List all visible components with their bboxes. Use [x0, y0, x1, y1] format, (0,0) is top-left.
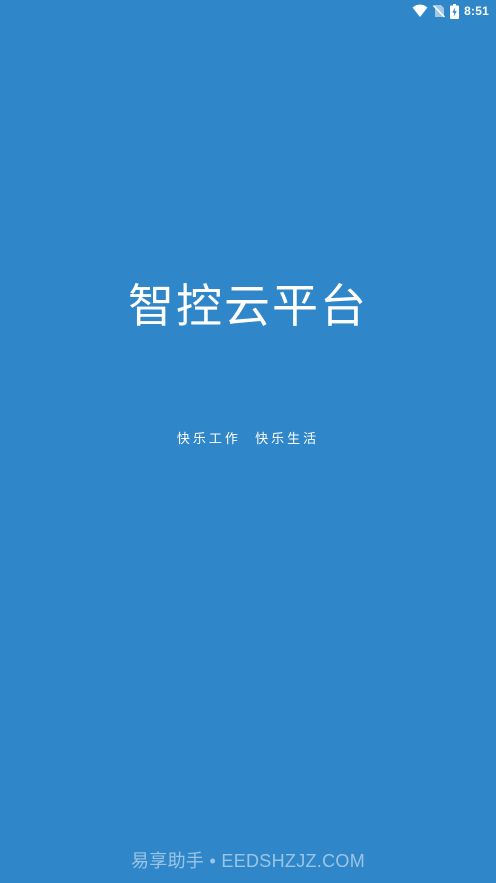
watermark: 易享助手 • EEDSHZJZ.COM: [130, 851, 365, 871]
no-sim-icon: [433, 4, 446, 18]
battery-charging-icon: [450, 3, 460, 19]
status-time: 8:51: [464, 4, 489, 18]
wifi-icon: [412, 4, 428, 18]
app-slogan: 快乐工作 快乐生活: [176, 432, 320, 447]
status-icons: 8:51: [412, 2, 489, 20]
status-bar: 8:51: [0, 0, 496, 22]
app-title: 智控云平台: [128, 279, 368, 333]
